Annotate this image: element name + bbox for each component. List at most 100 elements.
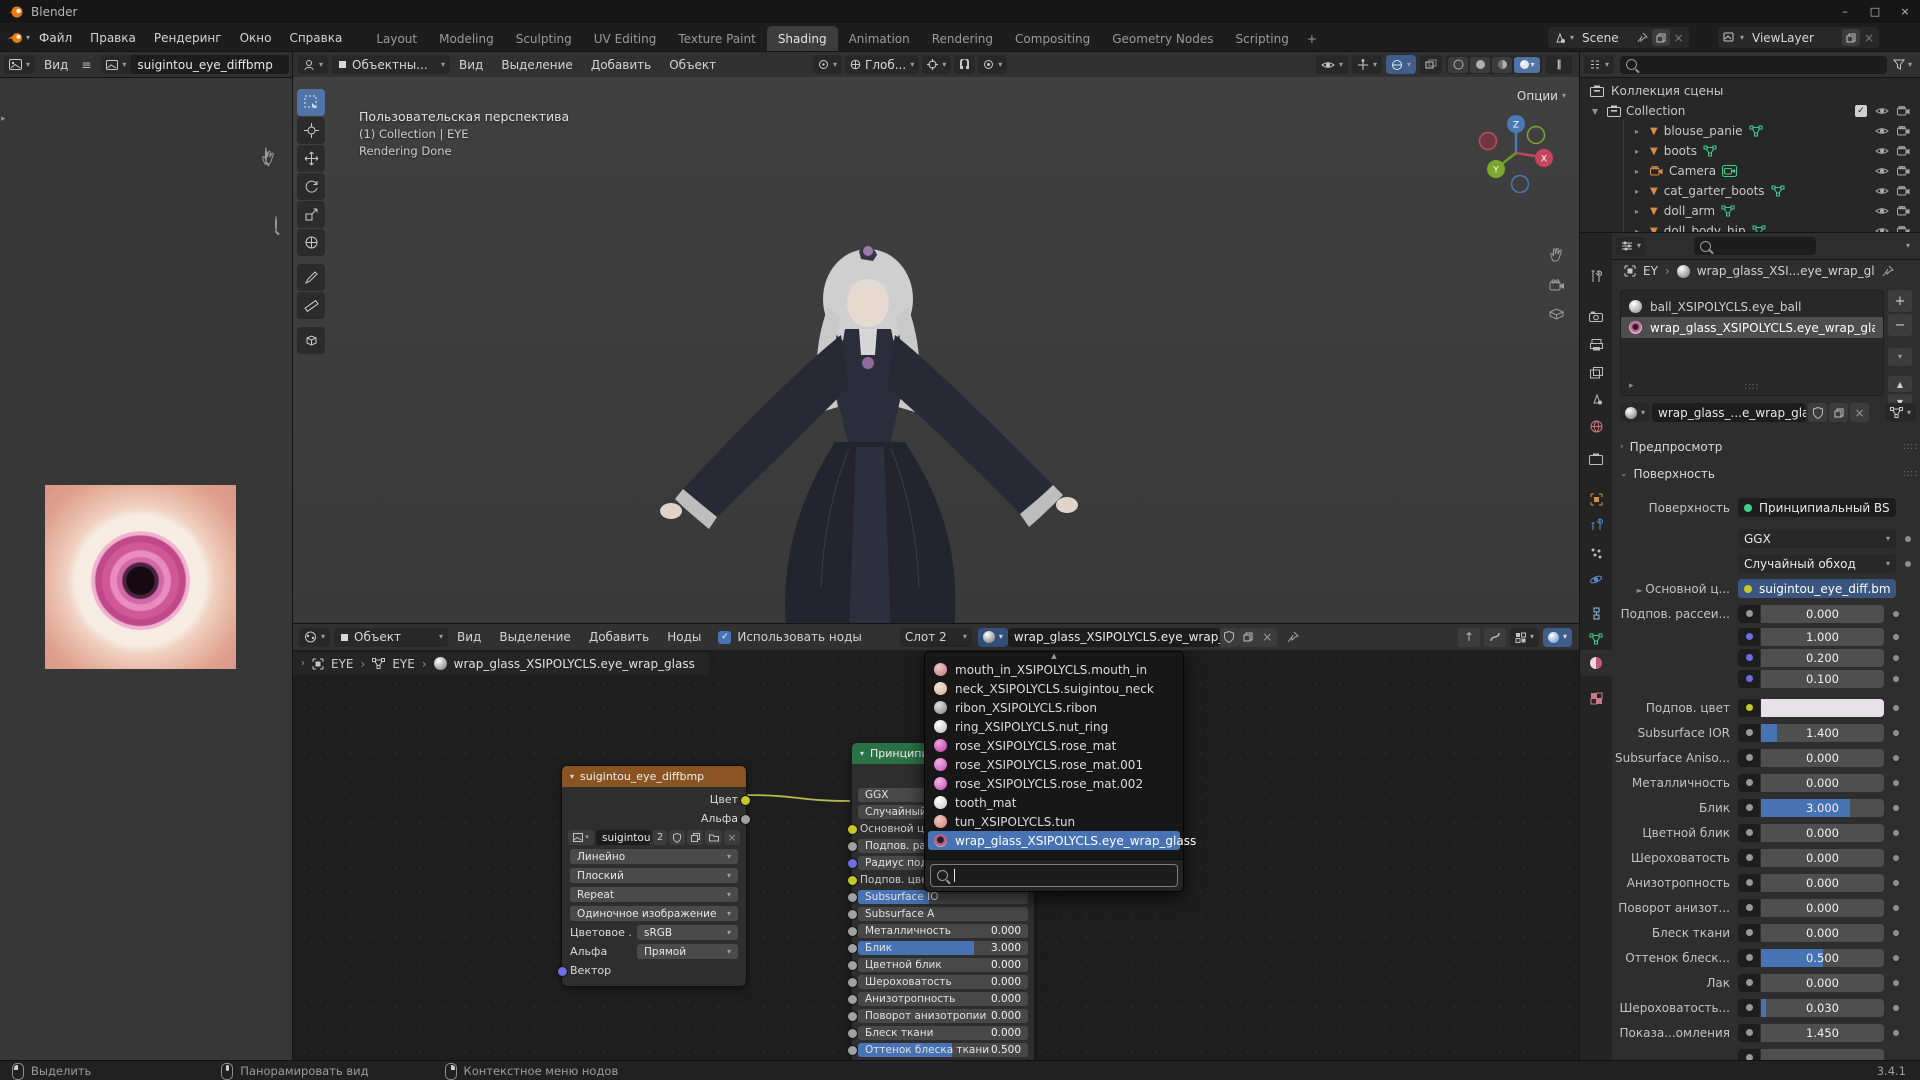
collection-row[interactable]: ▼ Collection ✓ [1580, 101, 1920, 121]
outliner-search-input[interactable] [1620, 56, 1887, 74]
tab-collection[interactable] [1580, 446, 1612, 472]
subsurface-method-dropdown[interactable]: Случайный обход▾ [1738, 554, 1896, 573]
breadcrumb-object-name[interactable]: EYE [331, 657, 354, 671]
bsdf-field[interactable]: Лак 0.000 [858, 1060, 1028, 1061]
viewport-camera-icon[interactable] [1549, 279, 1565, 292]
slot-move-up-button[interactable]: ▲ [1888, 376, 1912, 392]
tool-transform[interactable] [297, 229, 325, 256]
mode-dropdown[interactable]: Объектны...▾ [332, 55, 450, 74]
vector-socket[interactable] [557, 966, 568, 977]
tab-texture[interactable] [1580, 685, 1612, 711]
radius-value-field[interactable]: 0.200 [1761, 649, 1884, 667]
surface-panel-header[interactable]: ⌄Поверхность ∷∷ [1612, 463, 1920, 485]
image-fake-user-shield-icon[interactable] [669, 830, 685, 845]
bsdf-field[interactable]: Металличность 0.000 [858, 924, 1028, 938]
input-socket[interactable] [847, 909, 858, 920]
outliner-filter-button[interactable]: ▾ [1893, 59, 1912, 70]
object-name[interactable]: cat_garter_boots [1664, 184, 1765, 198]
navigation-gizmo[interactable]: Z X Y [1476, 113, 1556, 193]
shader-type-dropdown[interactable]: Объект▾ [334, 628, 448, 647]
property-slider[interactable]: 0.030 [1761, 999, 1884, 1017]
workspace-tab[interactable]: Geometry Nodes [1101, 26, 1224, 52]
image-open-folder-icon[interactable] [705, 830, 722, 845]
tab-view-layer[interactable] [1580, 360, 1612, 386]
viewlayer-copy-button[interactable] [1842, 29, 1860, 46]
input-socket[interactable] [847, 977, 858, 988]
input-socket[interactable] [847, 841, 858, 852]
popup-scroll-up-icon[interactable]: ▲ [925, 652, 1183, 660]
link-target-dropdown[interactable]: ▾ [1885, 403, 1916, 422]
projection-dropdown[interactable]: Плоский▾ [570, 868, 738, 883]
options-button[interactable]: Опции▾ [1517, 89, 1566, 103]
properties-options-chevron[interactable]: ▾ [1906, 242, 1910, 250]
outliner-object-row[interactable]: ▸ ▼ boots [1580, 141, 1920, 161]
property-slider[interactable]: 0.500 [1761, 949, 1884, 967]
alpha-mode-dropdown[interactable]: Прямой▾ [637, 944, 738, 959]
disable-render-camera-icon[interactable] [1897, 186, 1910, 196]
input-socket[interactable] [847, 1028, 858, 1039]
material-copy-button[interactable] [1829, 403, 1848, 422]
bsdf-field[interactable]: Поворот анизотропии 0.000 [858, 1009, 1028, 1023]
material-list-item[interactable]: tooth_mat [928, 793, 1180, 812]
snap-target-dropdown[interactable]: ▾ [922, 55, 951, 74]
source-dropdown[interactable]: Одиночное изображение▾ [570, 906, 738, 921]
add-workspace-button[interactable]: + [1300, 26, 1324, 52]
disable-render-camera-icon[interactable] [1897, 146, 1910, 156]
disable-render-camera-icon[interactable] [1897, 106, 1910, 116]
disable-render-camera-icon[interactable] [1897, 206, 1910, 216]
breadcrumb-material[interactable]: wrap_glass_XSI...eye_wrap_glass [1697, 264, 1875, 278]
close-button[interactable]: × [1890, 0, 1920, 23]
orientation-dropdown[interactable]: Глоб...▾ [845, 55, 919, 74]
workspace-tab[interactable]: Compositing [1004, 26, 1101, 52]
material-list-item[interactable]: tun_XSIPOLYCLS.tun [928, 812, 1180, 831]
image-copy-button[interactable] [687, 830, 703, 845]
viewport-editor-type-button[interactable]: ▾ [298, 55, 328, 74]
bsdf-field[interactable]: Анизотропность 0.000 [858, 992, 1028, 1006]
radius-value-field[interactable]: 1.000 [1761, 628, 1884, 646]
minimize-button[interactable]: – [1830, 0, 1860, 23]
outliner-object-row[interactable]: ▸ ▼ Camera [1580, 161, 1920, 181]
input-socket[interactable] [847, 875, 858, 886]
tab-world[interactable] [1580, 413, 1612, 439]
image-users-count[interactable]: 2 [653, 830, 667, 845]
hide-eye-icon[interactable] [1875, 166, 1889, 176]
workspace-tab[interactable]: UV Editing [583, 26, 668, 52]
snap-magnet-icon[interactable] [954, 55, 975, 74]
bsdf-row[interactable]: Цветной блик 0.000 [852, 956, 1034, 973]
material-list-item[interactable]: ring_XSIPOLYCLS.nut_ring [928, 717, 1180, 736]
collection-checkbox[interactable]: ✓ [1855, 105, 1867, 117]
input-socket[interactable] [847, 960, 858, 971]
disable-render-camera-icon[interactable] [1897, 126, 1910, 136]
radius-value-field[interactable]: 0.100 [1761, 670, 1884, 688]
viewport-zoom-icon[interactable] [275, 216, 277, 232]
eye-texture-image[interactable] [45, 485, 236, 669]
tab-scene[interactable] [1580, 386, 1612, 412]
slot-dropdown[interactable]: Слот 2▾ [900, 628, 972, 647]
object-name[interactable]: boots [1664, 144, 1697, 158]
outliner-object-row[interactable]: ▸ ▼ blouse_panie [1580, 121, 1920, 141]
material-list-item[interactable]: wrap_glass_XSIPOLYCLS.eye_wrap_glass [928, 831, 1180, 850]
pause-render-button[interactable]: ‖ [1546, 55, 1572, 74]
shader-select-button[interactable]: Принципиальный BS... [1738, 498, 1896, 517]
gizmos-dropdown[interactable]: ▾ [1352, 55, 1382, 74]
bsdf-field[interactable]: Блик 3.000 [858, 941, 1028, 955]
properties-search-input[interactable] [1694, 237, 1816, 255]
bsdf-field[interactable]: Шероховатость 0.000 [858, 975, 1028, 989]
image-view-menu[interactable]: Вид [35, 58, 77, 72]
object-name[interactable]: Camera [1669, 164, 1716, 178]
breadcrumb-object[interactable]: EY [1643, 264, 1658, 278]
shader-menu-item[interactable]: Вид [448, 630, 490, 644]
bsdf-row[interactable]: Поворот анизотропии 0.000 [852, 1007, 1034, 1024]
interpolation-dropdown[interactable]: Линейно▾ [570, 849, 738, 864]
properties-editor-type-button[interactable]: ▾ [1616, 237, 1646, 256]
tab-physics[interactable] [1580, 566, 1612, 592]
property-slider[interactable]: 0.000 [1761, 849, 1884, 867]
remove-slot-button[interactable]: − [1888, 314, 1912, 336]
material-unlink-button[interactable]: × [1850, 403, 1869, 422]
expand-icon[interactable]: ▸ [1630, 167, 1644, 176]
viewport-menu-item[interactable]: Объект [660, 58, 725, 72]
workspace-tab[interactable]: Layout [365, 26, 428, 52]
use-nodes-toggle[interactable]: ✓ Использовать ноды [718, 630, 862, 644]
property-slider[interactable]: 1.450 [1761, 1024, 1884, 1042]
tool-rotate[interactable] [297, 173, 325, 200]
